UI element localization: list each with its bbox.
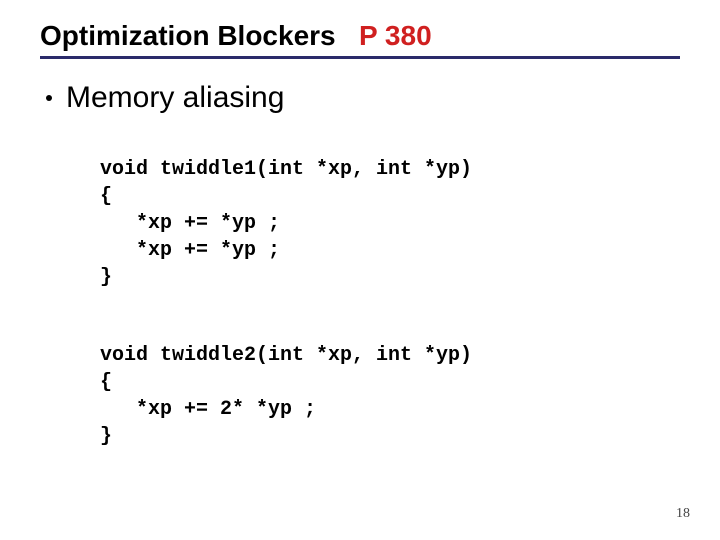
- code-line: }: [100, 266, 112, 289]
- code-line: void twiddle1(int *xp, int *yp): [100, 158, 472, 181]
- code-line: {: [100, 185, 112, 208]
- code-block-2: void twiddle2(int *xp, int *yp) { *xp +=…: [100, 315, 680, 450]
- code-line: *xp += *yp ;: [100, 212, 280, 235]
- slide-title: Optimization Blockers P 380: [40, 20, 680, 52]
- code-line: void twiddle2(int *xp, int *yp): [100, 344, 472, 367]
- slide: Optimization Blockers P 380 Memory alias…: [0, 0, 720, 540]
- code-line: *xp += 2* *yp ;: [100, 398, 316, 421]
- bullet-text: Memory aliasing: [66, 81, 284, 115]
- title-page-ref: P 380: [359, 20, 432, 51]
- code-line: {: [100, 371, 112, 394]
- bullet-dot-icon: [46, 95, 52, 101]
- page-number: 18: [676, 506, 690, 522]
- title-main: Optimization Blockers: [40, 20, 336, 51]
- title-spacer: [343, 20, 351, 51]
- title-underline: [40, 56, 680, 59]
- code-line: }: [100, 425, 112, 448]
- bullet-item: Memory aliasing: [46, 81, 680, 115]
- code-line: *xp += *yp ;: [100, 239, 280, 262]
- code-block-1: void twiddle1(int *xp, int *yp) { *xp +=…: [100, 129, 680, 291]
